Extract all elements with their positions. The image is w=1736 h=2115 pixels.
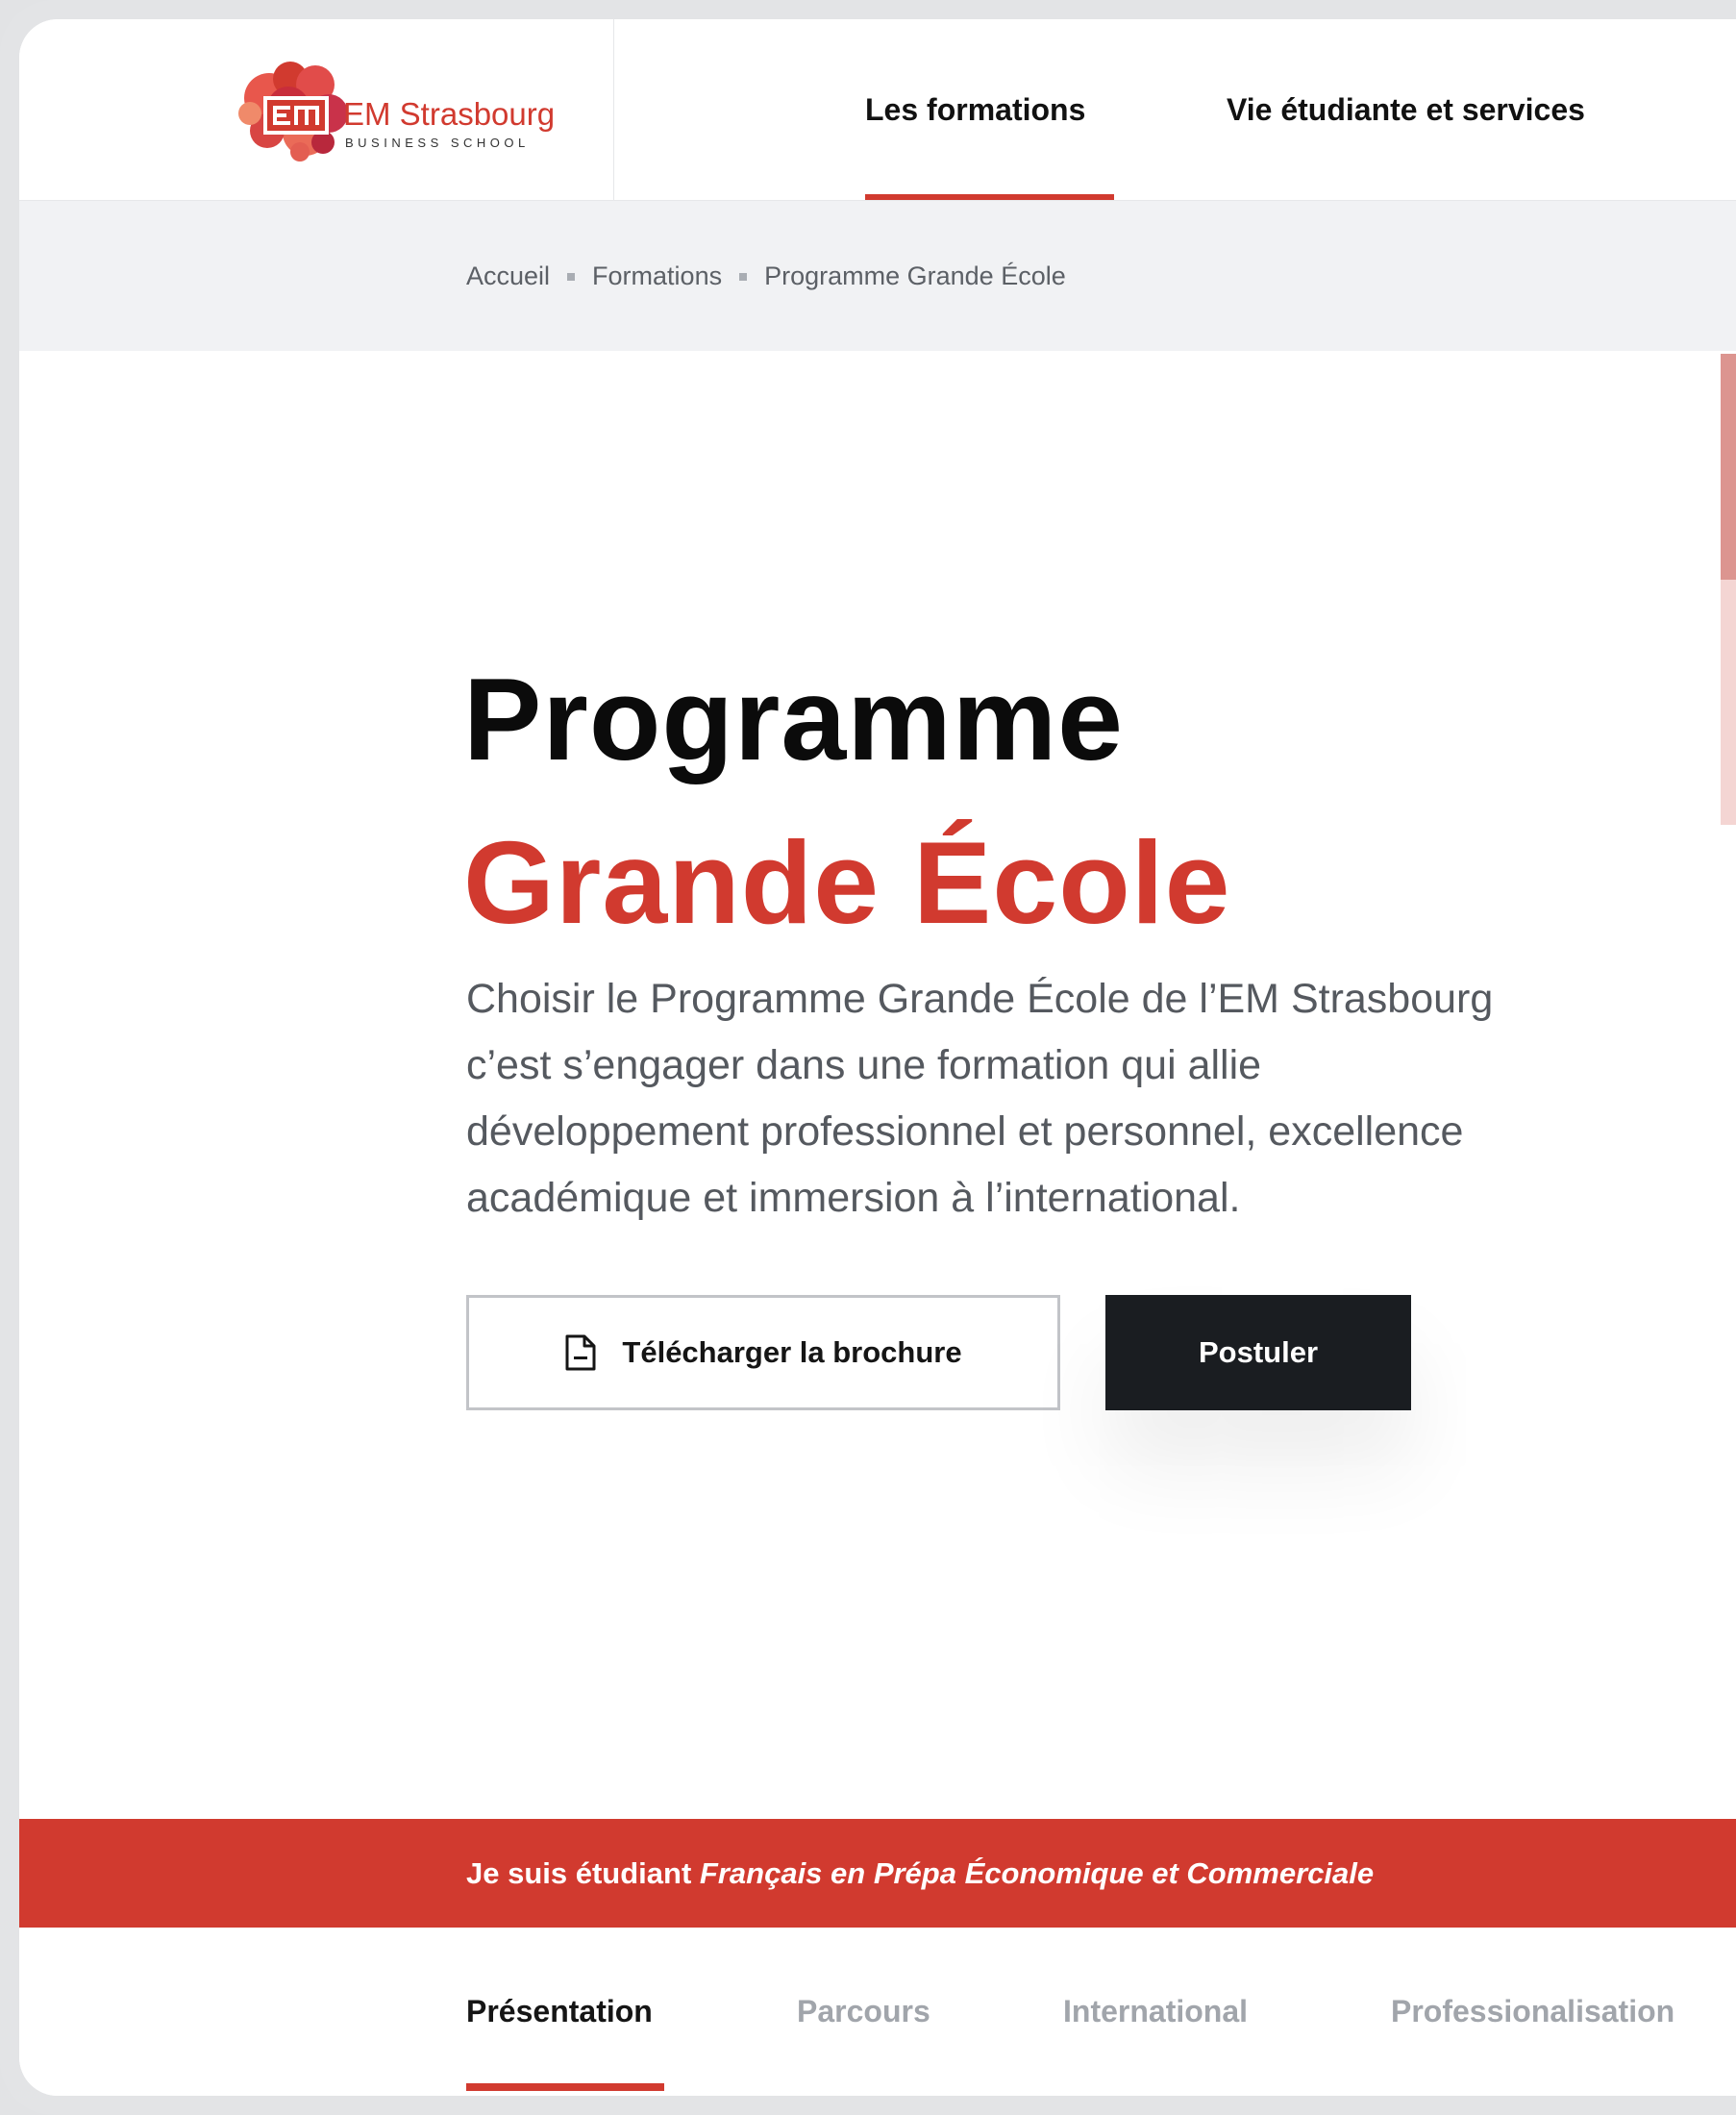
page-title-line-1: Programme [463,653,1125,784]
logo-tagline-text: BUSINESS SCHOOL [345,136,530,150]
document-icon [565,1334,596,1371]
logo-container: EM Strasbourg BUSINESS SCHOOL [19,19,614,200]
page-title-line-2: Grande École [463,816,1231,948]
tab-professionalisation[interactable]: Professionalisation [1391,1928,1674,2096]
tab-parcours[interactable]: Parcours [797,1928,930,2096]
device-frame: EM Strasbourg BUSINESS SCHOOL Les format… [0,0,1736,2115]
breadcrumb-separator-icon [739,272,748,281]
breadcrumb: Accueil Formations Programme Grande Écol… [466,201,1066,352]
site-header: EM Strasbourg BUSINESS SCHOOL Les format… [19,19,1736,202]
student-profile-banner[interactable]: Je suis étudiant Français en Prépa Écono… [19,1819,1736,1928]
browser-viewport: EM Strasbourg BUSINESS SCHOOL Les format… [19,19,1736,2096]
hero-description-line: Choisir le Programme Grande École de l’E… [466,976,1494,1022]
scrollbar-thumb[interactable] [1721,354,1736,580]
download-brochure-label: Télécharger la brochure [622,1335,962,1369]
breadcrumb-bar: Accueil Formations Programme Grande Écol… [19,200,1736,351]
breadcrumb-item-formations[interactable]: Formations [592,261,722,291]
em-strasbourg-logo[interactable]: EM Strasbourg BUSINESS SCHOOL [233,58,559,163]
apply-button-label: Postuler [1198,1335,1319,1369]
tab-international[interactable]: International [1063,1928,1248,2096]
breadcrumb-item-current: Programme Grande École [764,261,1066,290]
student-profile-emphasis: Français en Prépa Économique et Commerci… [699,1855,1375,1890]
student-profile-prefix: Je suis étudiant [466,1855,700,1890]
breadcrumb-item-accueil[interactable]: Accueil [466,261,550,291]
hero-description: Choisir le Programme Grande École de l’E… [466,966,1677,1232]
download-brochure-button[interactable]: Télécharger la brochure [466,1295,1060,1410]
tab-presentation[interactable]: Présentation [466,1928,653,2096]
nav-les-formations[interactable]: Les formations [865,19,1085,200]
hero-description-line: c’est s’engager dans une formation qui a… [466,1042,1262,1088]
nav-vie-etudiante[interactable]: Vie étudiante et services [1227,19,1585,200]
hero-description-line: académique et immersion à l’internationa… [466,1175,1241,1221]
hero-description-line: développement professionnel et personnel… [466,1108,1464,1155]
tab-active-indicator [466,2083,664,2091]
student-profile-text: Je suis étudiant Français en Prépa Écono… [466,1819,1374,1928]
breadcrumb-separator-icon [567,272,576,281]
section-tabs: Présentation Parcours International Prof… [19,1928,1736,2096]
apply-button[interactable]: Postuler [1105,1295,1411,1410]
logo-brand-text: EM Strasbourg [343,96,555,132]
